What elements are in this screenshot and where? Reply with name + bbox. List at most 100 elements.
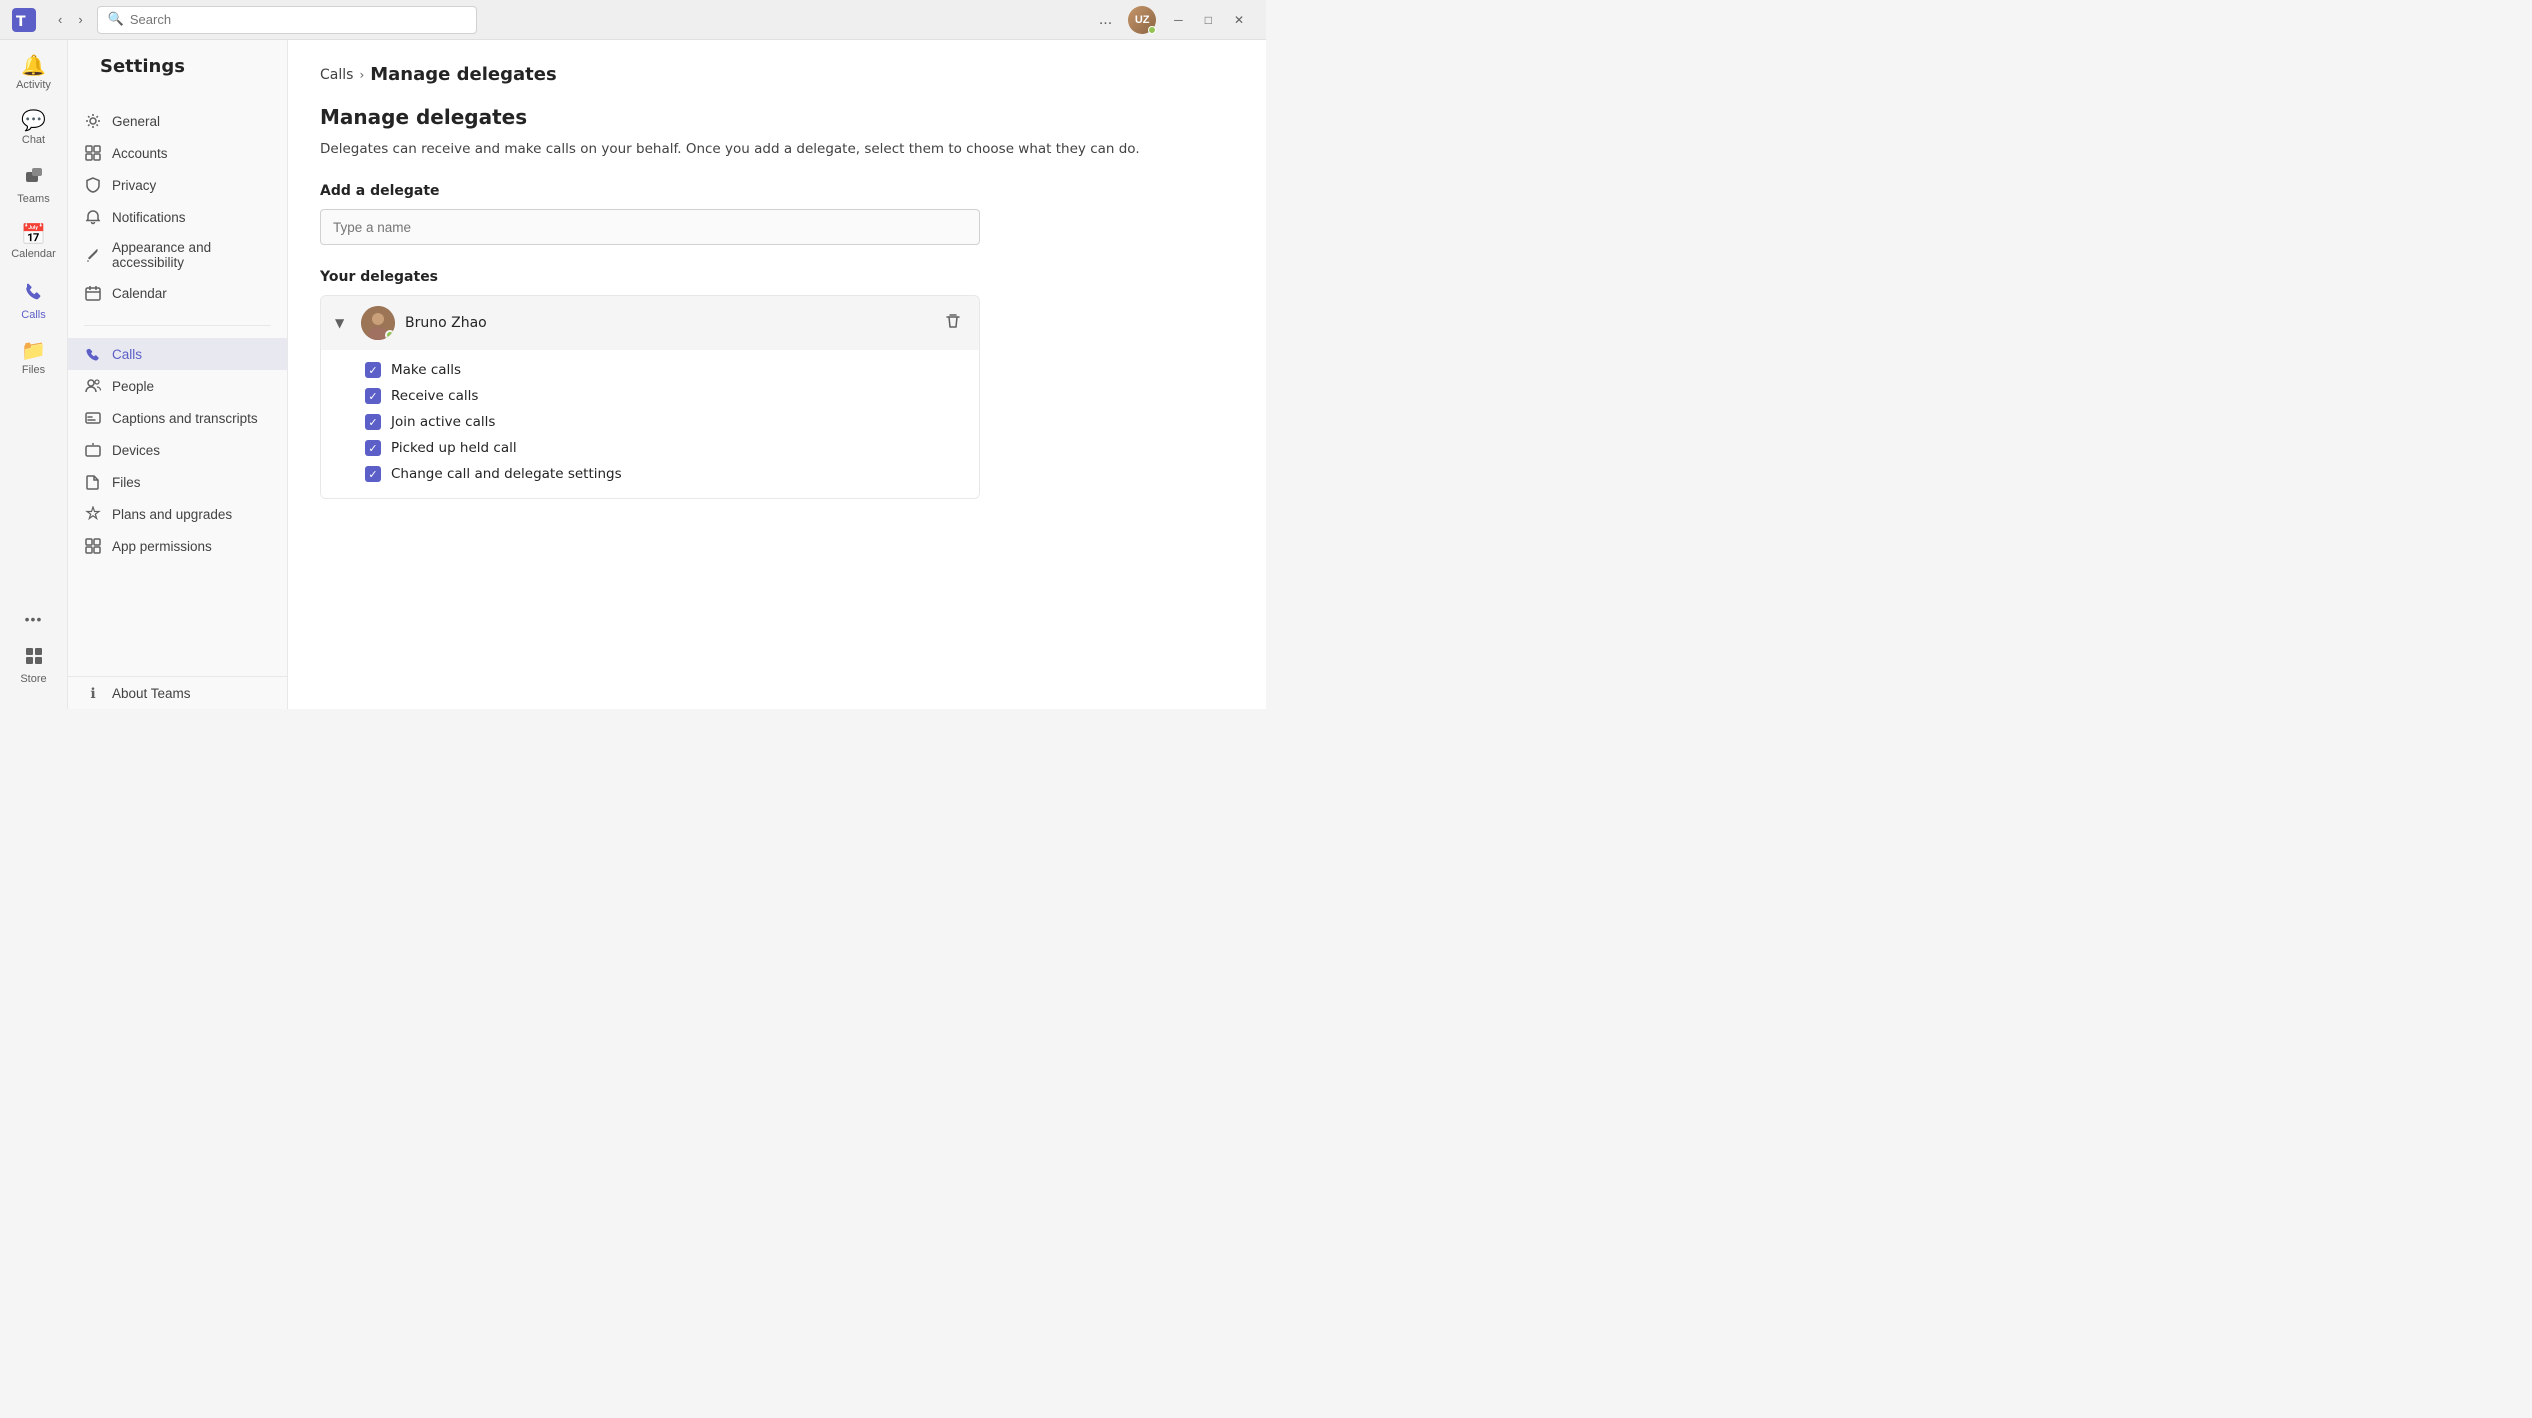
appearance-icon [84, 246, 102, 264]
nav-rail: 🔔 Activity 💬 Chat Teams 📅 Calendar [0, 40, 68, 709]
captions-icon [84, 409, 102, 427]
more-options-button[interactable]: ... [1091, 7, 1120, 33]
general-label: General [112, 114, 160, 129]
files-settings-label: Files [112, 475, 141, 490]
page-title: Manage delegates [320, 105, 1234, 129]
pickup-held-checkbox[interactable]: ✓ [365, 440, 381, 456]
pickup-held-checkmark: ✓ [368, 442, 377, 455]
plans-label: Plans and upgrades [112, 507, 232, 522]
breadcrumb-parent[interactable]: Calls [320, 67, 353, 83]
devices-icon [84, 441, 102, 459]
maximize-button[interactable]: □ [1195, 9, 1222, 31]
delegate-permissions: ✓ Make calls ✓ Receive calls ✓ Join acti… [321, 350, 979, 498]
teams-label: Teams [17, 193, 49, 205]
change-settings-label: Change call and delegate settings [391, 466, 622, 482]
settings-item-privacy[interactable]: Privacy [68, 169, 287, 201]
permission-receive-calls: ✓ Receive calls [365, 388, 959, 404]
delegate-header: ▼ Bruno Zhao [321, 296, 979, 350]
sidebar-item-more[interactable]: ••• [6, 604, 62, 634]
delegate-card: ▼ Bruno Zhao [320, 295, 980, 499]
calls-settings-label: Calls [112, 347, 142, 362]
chat-label: Chat [22, 134, 45, 146]
make-calls-label: Make calls [391, 362, 461, 378]
add-delegate-section-label: Add a delegate [320, 183, 1234, 199]
notifications-label: Notifications [112, 210, 186, 225]
search-icon: 🔍 [108, 12, 124, 27]
settings-item-appearance[interactable]: Appearance and accessibility [68, 233, 287, 277]
settings-item-notifications[interactable]: Notifications [68, 201, 287, 233]
settings-sidebar: Settings General Accounts Privacy [68, 40, 288, 709]
permission-change-settings: ✓ Change call and delegate settings [365, 466, 959, 482]
sidebar-item-teams[interactable]: Teams [6, 158, 62, 213]
join-active-checkmark: ✓ [368, 416, 377, 429]
receive-calls-checkmark: ✓ [368, 390, 377, 403]
app-body: 🔔 Activity 💬 Chat Teams 📅 Calendar [0, 40, 1266, 709]
breadcrumb-current: Manage delegates [370, 64, 556, 85]
settings-footer: ℹ About Teams [68, 676, 287, 709]
settings-item-captions[interactable]: Captions and transcripts [68, 402, 287, 434]
teams-icon [24, 166, 44, 190]
search-bar: 🔍 [97, 6, 477, 34]
permission-join-active: ✓ Join active calls [365, 414, 959, 430]
titlebar-right: ... UZ ─ □ ✕ [1091, 6, 1254, 34]
titlebar: T ‹ › 🔍 ... UZ ─ □ ✕ [0, 0, 1266, 40]
about-teams-label: About Teams [112, 686, 191, 701]
make-calls-checkbox[interactable]: ✓ [365, 362, 381, 378]
about-icon: ℹ [84, 684, 102, 702]
page-description: Delegates can receive and make calls on … [320, 139, 1234, 159]
calls-label: Calls [21, 309, 45, 321]
calendar-settings-label: Calendar [112, 286, 167, 301]
sidebar-item-calls[interactable]: Calls [6, 272, 62, 329]
add-delegate-input[interactable] [320, 209, 980, 245]
receive-calls-label: Receive calls [391, 388, 478, 404]
make-calls-checkmark: ✓ [368, 364, 377, 377]
sidebar-item-calendar[interactable]: 📅 Calendar [6, 217, 62, 268]
settings-item-plans[interactable]: Plans and upgrades [68, 498, 287, 530]
settings-item-calls[interactable]: Calls [68, 338, 287, 370]
back-button[interactable]: ‹ [52, 8, 68, 31]
settings-item-accounts[interactable]: Accounts [68, 137, 287, 169]
main-content: Calls › Manage delegates Manage delegate… [288, 40, 1266, 709]
change-settings-checkbox[interactable]: ✓ [365, 466, 381, 482]
join-active-label: Join active calls [391, 414, 495, 430]
store-label: Store [20, 673, 46, 685]
sidebar-item-files[interactable]: 📁 Files [6, 333, 62, 384]
join-active-checkbox[interactable]: ✓ [365, 414, 381, 430]
sidebar-item-activity[interactable]: 🔔 Activity [6, 48, 62, 99]
permission-make-calls: ✓ Make calls [365, 362, 959, 378]
privacy-label: Privacy [112, 178, 156, 193]
delegate-online-indicator [385, 330, 395, 340]
search-input[interactable] [130, 12, 466, 27]
minimize-button[interactable]: ─ [1164, 9, 1193, 31]
settings-item-people[interactable]: People [68, 370, 287, 402]
store-icon [24, 646, 44, 670]
about-teams-button[interactable]: ℹ About Teams [68, 677, 287, 709]
settings-item-files[interactable]: Files [68, 466, 287, 498]
app-permissions-label: App permissions [112, 539, 212, 554]
app-permissions-icon [84, 537, 102, 555]
appearance-label: Appearance and accessibility [112, 240, 271, 270]
settings-item-calendar[interactable]: Calendar [68, 277, 287, 309]
delete-delegate-button[interactable] [941, 309, 965, 338]
chat-icon: 💬 [21, 111, 46, 131]
settings-item-app-permissions[interactable]: App permissions [68, 530, 287, 562]
teams-logo: T [12, 8, 36, 32]
breadcrumb: Calls › Manage delegates [320, 64, 1234, 85]
settings-item-general[interactable]: General [68, 105, 287, 137]
pickup-held-label: Picked up held call [391, 440, 517, 456]
sidebar-item-chat[interactable]: 💬 Chat [6, 103, 62, 154]
notifications-icon [84, 208, 102, 226]
settings-item-devices[interactable]: Devices [68, 434, 287, 466]
files-settings-icon [84, 473, 102, 491]
sidebar-item-store[interactable]: Store [6, 638, 62, 693]
receive-calls-checkbox[interactable]: ✓ [365, 388, 381, 404]
files-label: Files [22, 364, 45, 376]
forward-button[interactable]: › [72, 8, 88, 31]
more-icon: ••• [25, 612, 43, 626]
nav-bottom: ••• Store [6, 604, 62, 701]
breadcrumb-separator: › [359, 68, 364, 82]
close-button[interactable]: ✕ [1224, 9, 1254, 31]
delegate-expand-chevron[interactable]: ▼ [335, 316, 351, 330]
captions-label: Captions and transcripts [112, 411, 258, 426]
permission-pickup-held: ✓ Picked up held call [365, 440, 959, 456]
